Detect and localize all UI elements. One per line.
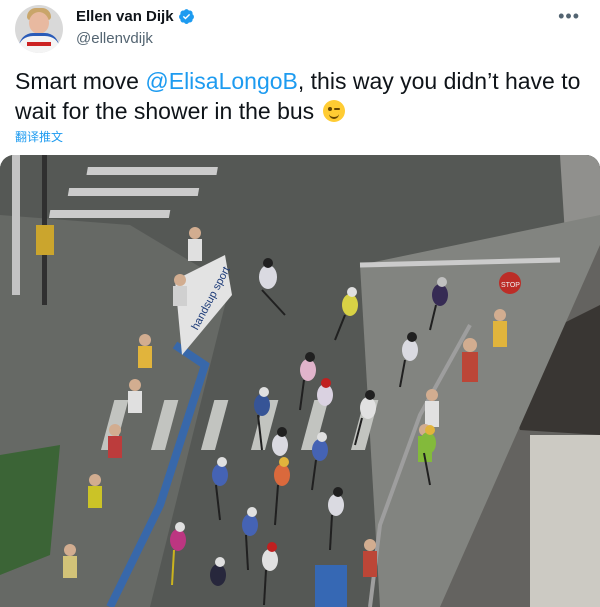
author-handle[interactable]: @ellenvdijk [76,30,153,47]
author-display-name[interactable]: Ellen van Dijk [76,8,174,25]
author-name-row: Ellen van Dijk [76,8,195,25]
tweet-text-before: Smart move [15,68,146,94]
translate-tweet-link[interactable]: 翻译推文 [15,128,63,145]
avatar-jersey [19,33,59,53]
race-scene: handsup sport STOP [0,155,600,607]
avatar[interactable] [15,5,63,53]
winking-face-icon [322,100,345,122]
avatar-face [29,12,49,34]
mention-link[interactable]: @ElisaLongoB [145,68,298,94]
tweet-text: Smart move @ElisaLongoB, this way you di… [15,66,590,126]
more-options-icon[interactable]: ••• [558,6,580,27]
tweet-video[interactable]: handsup sport STOP [0,155,600,607]
verified-badge-icon [178,8,195,25]
